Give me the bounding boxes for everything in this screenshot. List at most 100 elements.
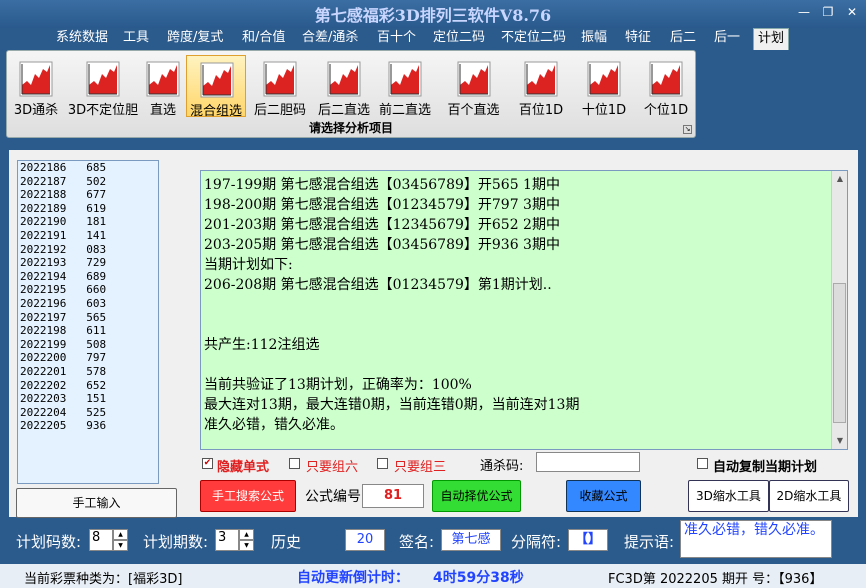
tab-fixed-two[interactable]: 定位二码: [429, 28, 489, 50]
period-count-up-icon[interactable]: ▲: [239, 529, 254, 540]
history-row[interactable]: 2022197 565: [18, 311, 158, 325]
tab-span[interactable]: 跨度/复式: [163, 28, 227, 50]
tab-tools[interactable]: 工具: [119, 28, 153, 50]
auto-select-formula-button[interactable]: 自动择优公式: [432, 480, 521, 512]
only-group3-checkbox[interactable]: [377, 458, 388, 469]
history-row[interactable]: 2022198 611: [18, 324, 158, 338]
scroll-down-icon[interactable]: ▼: [832, 433, 847, 449]
draw-number: 578: [86, 364, 107, 378]
ribbon-item-3d-kill[interactable]: 3D通杀: [9, 55, 63, 118]
ribbon-item-label: 百个直选: [447, 103, 500, 118]
ribbon-item-last-two-direct[interactable]: 后二直选: [314, 55, 374, 118]
ribbon-item-mixed-group[interactable]: 混合组选: [186, 55, 246, 119]
3d-shrink-tool-button[interactable]: 3D缩水工具: [688, 480, 769, 512]
chart-icon: [587, 61, 621, 97]
history-row[interactable]: 2022194 689: [18, 270, 158, 284]
history-row[interactable]: 2022195 660: [18, 283, 158, 297]
tab-last-two[interactable]: 后二: [666, 28, 700, 50]
tab-features[interactable]: 特征: [621, 28, 655, 50]
tab-amplitude[interactable]: 振幅: [577, 28, 611, 50]
draw-number: 729: [86, 256, 107, 270]
history-row[interactable]: 2022192 083: [18, 243, 158, 257]
code-count-up-icon[interactable]: ▲: [113, 529, 128, 540]
ribbon-item-3d-unfixed-gall[interactable]: 3D不定位胆: [65, 55, 141, 118]
history-count-input[interactable]: 20: [345, 529, 385, 551]
history-row[interactable]: 2022203 151: [18, 392, 158, 406]
signature-input[interactable]: 第七感: [441, 529, 501, 551]
period-number: 2022188: [20, 188, 67, 202]
history-row[interactable]: 2022190 181: [18, 215, 158, 229]
scroll-thumb[interactable]: [833, 283, 846, 423]
history-row[interactable]: 2022204 525: [18, 406, 158, 420]
ribbon-item-units-1d[interactable]: 个位1D: [638, 55, 694, 118]
tab-diff-kill[interactable]: 合差/通杀: [298, 28, 362, 50]
formula-number-input[interactable]: 81: [362, 484, 424, 508]
kill-code-input[interactable]: [536, 452, 640, 472]
history-row[interactable]: 2022191 141: [18, 229, 158, 243]
period-number: 2022194: [20, 269, 67, 283]
history-row[interactable]: 2022201 578: [18, 365, 158, 379]
separator-input[interactable]: 【】: [568, 529, 608, 551]
tab-hundreds-tens-units[interactable]: 百十个: [373, 28, 420, 50]
menu-tabs: 系统数据 工具 跨度/复式 和/合值 合差/通杀 百十个 定位二码 不定位二码 …: [0, 28, 866, 50]
history-row[interactable]: 2022193 729: [18, 256, 158, 270]
maximize-icon[interactable]: ❐: [818, 4, 838, 20]
plan-output-textarea[interactable]: 197-199期 第七感混合组选【03456789】开565 1期中 198-20…: [200, 170, 848, 450]
ribbon-item-label: 后二胆码: [253, 103, 306, 118]
history-row[interactable]: 2022188 677: [18, 188, 158, 202]
output-scrollbar[interactable]: ▲ ▼: [831, 171, 847, 449]
minimize-icon[interactable]: —: [794, 4, 814, 20]
manual-input-button[interactable]: 手工输入: [16, 488, 177, 518]
hide-single-checkbox[interactable]: ✔: [202, 458, 213, 469]
tab-plan[interactable]: 计划: [753, 28, 790, 50]
tab-system-data[interactable]: 系统数据: [52, 28, 112, 50]
only-group6-label: 只要组六: [306, 460, 359, 475]
favorite-formula-button[interactable]: 收藏公式: [566, 480, 641, 512]
ribbon-item-hundreds-units-direct[interactable]: 百个直选: [437, 55, 510, 118]
period-number: 2022191: [20, 228, 67, 242]
draw-number: 502: [86, 174, 107, 188]
tab-unfixed-two[interactable]: 不定位二码: [497, 28, 570, 50]
history-label: 历史: [271, 533, 302, 551]
signature-label: 签名:: [399, 533, 435, 551]
manual-search-formula-button[interactable]: 手工搜索公式: [200, 480, 296, 512]
draw-number: 525: [86, 405, 107, 419]
close-icon[interactable]: ✕: [842, 4, 862, 20]
only-group6-checkbox[interactable]: [289, 458, 300, 469]
2d-shrink-tool-button[interactable]: 2D缩水工具: [769, 480, 849, 512]
output-line: 准久必错，错久必准。: [204, 417, 344, 433]
period-count-input[interactable]: 3: [215, 529, 239, 551]
history-row[interactable]: 2022186 685: [18, 161, 158, 175]
ribbon-item-label: 个位1D: [643, 103, 689, 118]
ribbon-item-label: 前二直选: [378, 103, 431, 118]
ribbon-item-last-two-gall[interactable]: 后二胆码: [248, 55, 312, 118]
history-list[interactable]: 2022186 685 2022187 502 2022188 677 2022189…: [17, 160, 159, 484]
period-number: 2022198: [20, 324, 67, 338]
period-count-label: 计划期数:: [143, 533, 209, 551]
history-row[interactable]: 2022196 603: [18, 297, 158, 311]
draw-number: 652: [86, 378, 107, 392]
scroll-up-icon[interactable]: ▲: [832, 171, 847, 187]
history-row[interactable]: 2022189 619: [18, 202, 158, 216]
period-count-down-icon[interactable]: ▼: [239, 540, 254, 551]
code-count-down-icon[interactable]: ▼: [113, 540, 128, 551]
output-line: 203-205期 第七感混合组选【03456789】开936 3期中: [204, 237, 560, 253]
hint-input[interactable]: 准久必错，错久必准。: [680, 520, 832, 558]
history-row[interactable]: 2022205 936: [18, 419, 158, 433]
countdown-label: 自动更新倒计时：: [297, 570, 409, 586]
auto-copy-checkbox[interactable]: [697, 458, 708, 469]
ribbon-item-direct[interactable]: 直选: [143, 55, 183, 118]
tab-sum[interactable]: 和/合值: [238, 28, 289, 50]
draw-number: 797: [86, 351, 107, 365]
history-row[interactable]: 2022200 797: [18, 351, 158, 365]
code-count-input[interactable]: 8: [89, 529, 113, 551]
tab-last-one[interactable]: 后一: [710, 28, 744, 50]
ribbon-item-first-two-direct[interactable]: 前二直选: [375, 55, 435, 118]
history-row[interactable]: 2022199 508: [18, 338, 158, 352]
history-row[interactable]: 2022202 652: [18, 379, 158, 393]
dialog-launcher-icon[interactable]: ↘: [683, 125, 692, 134]
ribbon-item-tens-1d[interactable]: 十位1D: [574, 55, 634, 118]
ribbon-item-hundreds-1d[interactable]: 百位1D: [512, 55, 570, 118]
chart-icon: [19, 61, 53, 97]
history-row[interactable]: 2022187 502: [18, 175, 158, 189]
